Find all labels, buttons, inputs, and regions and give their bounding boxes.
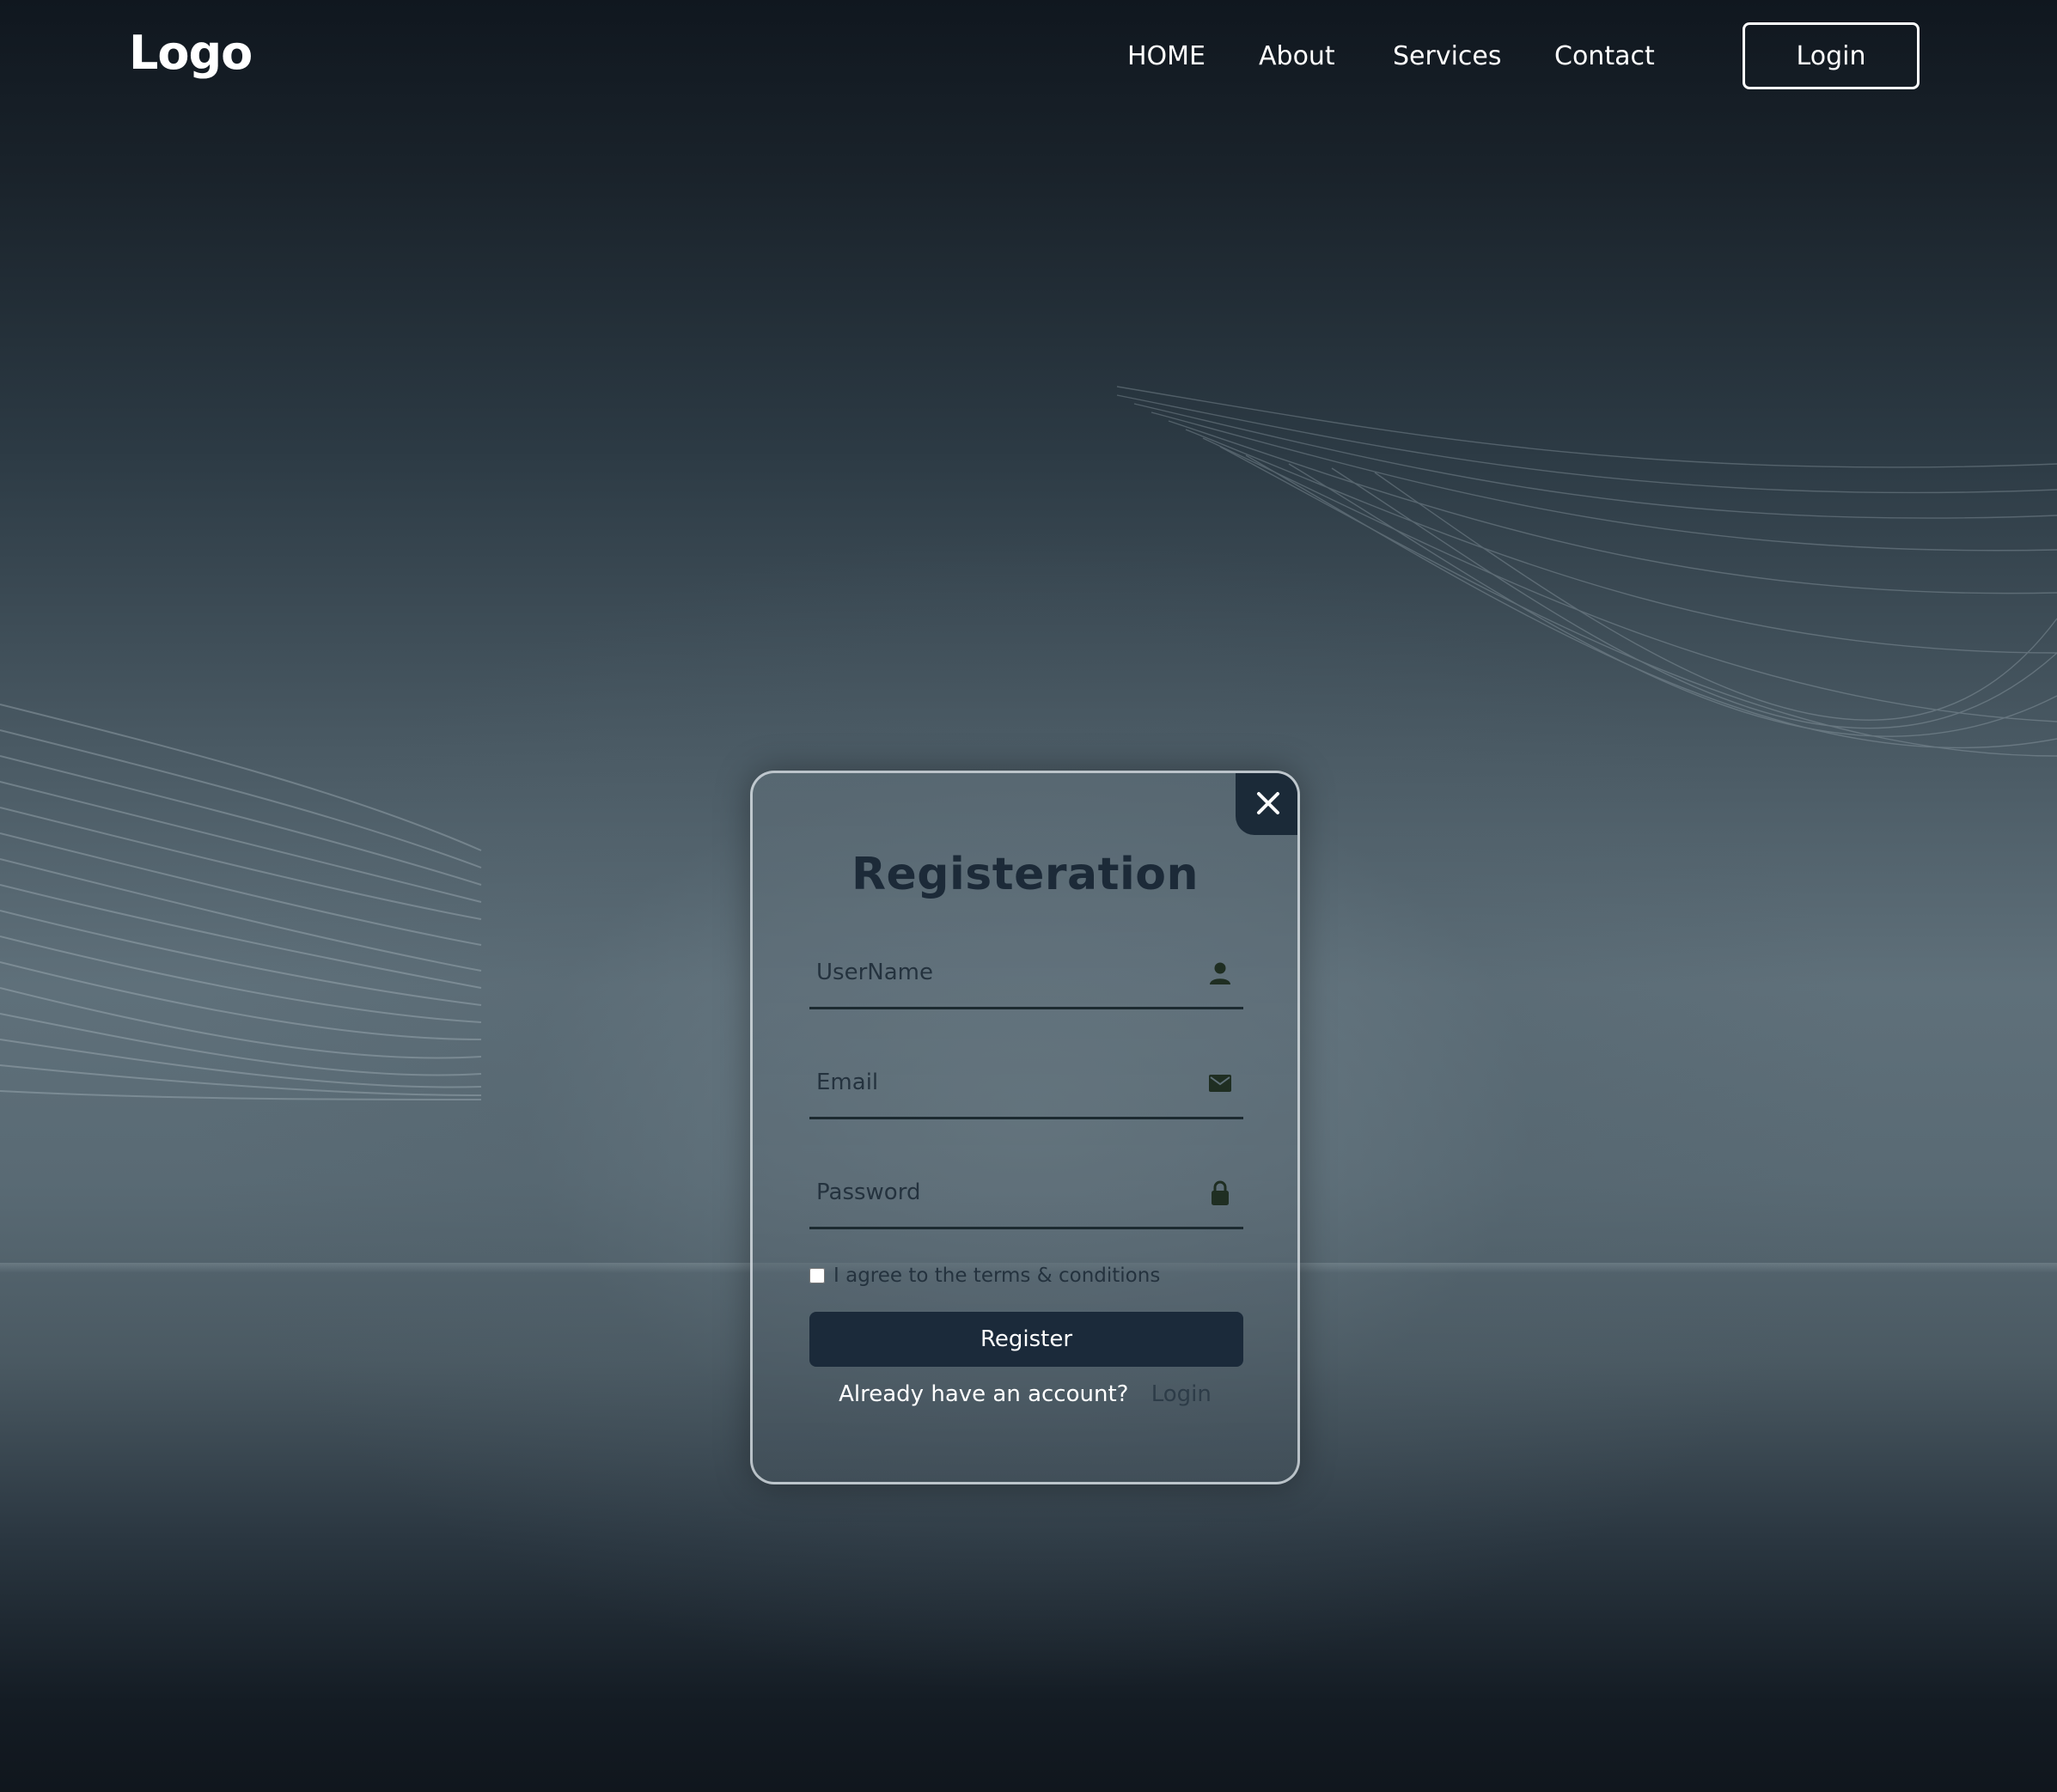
login-prompt: Already have an account? Login (753, 1381, 1297, 1407)
terms-agreement[interactable]: I agree to the terms & conditions (809, 1263, 1160, 1289)
lock-icon (1207, 1180, 1233, 1206)
nav-link-services[interactable]: Services (1393, 40, 1502, 74)
password-input[interactable] (809, 1161, 1186, 1223)
nav-link-about[interactable]: About (1259, 40, 1335, 74)
user-icon (1207, 960, 1233, 986)
header-login-button[interactable]: Login (1743, 22, 1920, 89)
mail-icon (1207, 1070, 1233, 1096)
close-button[interactable] (1236, 773, 1297, 835)
username-input[interactable] (809, 942, 1186, 1003)
terms-checkbox[interactable] (809, 1268, 825, 1283)
email-field-wrap (809, 1051, 1243, 1119)
modal-title: Registeration (851, 849, 1199, 900)
close-icon (1256, 791, 1279, 814)
password-field-wrap (809, 1161, 1243, 1229)
nav-link-home[interactable]: HOME (1127, 40, 1206, 74)
account-question: Already have an account? (839, 1381, 1129, 1407)
register-button[interactable]: Register (809, 1312, 1243, 1367)
terms-label: I agree to the terms & conditions (833, 1265, 1161, 1287)
email-input[interactable] (809, 1051, 1186, 1113)
registration-modal: Registeration I agree to (750, 771, 1300, 1484)
username-field-wrap (809, 942, 1243, 1009)
nav-link-contact[interactable]: Contact (1554, 40, 1655, 74)
logo[interactable]: Logo (129, 26, 253, 80)
top-navbar: Logo HOME About Services Contact Login (0, 0, 2057, 113)
login-link[interactable]: Login (1151, 1381, 1212, 1407)
